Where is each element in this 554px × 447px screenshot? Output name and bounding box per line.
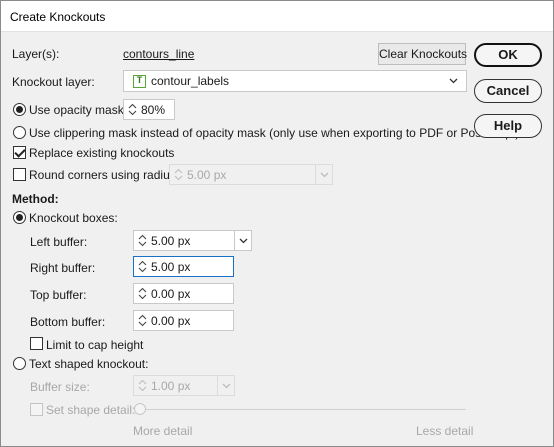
right-buffer-label: Right buffer: — [30, 261, 96, 275]
opacity-spinner[interactable]: 80% — [123, 99, 175, 120]
left-buffer-label: Left buffer: — [30, 235, 88, 249]
spin-arrows-icon[interactable] — [138, 287, 147, 300]
shape-detail-checkbox[interactable] — [30, 403, 43, 416]
knockout-layer-value: contour_labels — [151, 74, 230, 88]
right-buffer-value: 5.00 px — [151, 260, 191, 274]
ok-button[interactable]: OK — [474, 43, 542, 67]
opacity-mask-label: Use opacity mask: — [29, 103, 128, 117]
top-buffer-value: 0.00 px — [151, 287, 191, 301]
cancel-button[interactable]: Cancel — [474, 79, 542, 103]
layers-label: Layer(s): — [12, 47, 60, 61]
bottom-buffer-label: Bottom buffer: — [30, 315, 106, 329]
left-buffer-dropdown[interactable] — [234, 231, 251, 250]
chevron-down-icon — [222, 383, 231, 389]
spin-arrows-icon — [138, 379, 147, 392]
buffer-size-spinner[interactable]: 1.00 px — [133, 375, 235, 396]
spin-arrows-icon — [174, 168, 183, 181]
replace-knockouts-checkbox[interactable] — [13, 146, 26, 159]
method-heading: Method: — [12, 192, 59, 206]
buffer-size-value: 1.00 px — [151, 379, 191, 393]
more-detail-label: More detail — [133, 424, 193, 438]
bottom-buffer-spinner[interactable]: 0.00 px — [133, 310, 234, 331]
knockout-layer-select[interactable]: T contour_labels — [123, 70, 467, 92]
buffer-size-dropdown[interactable] — [217, 376, 234, 395]
shape-detail-slider-track[interactable] — [139, 409, 466, 410]
layers-value-link[interactable]: contours_line — [123, 47, 194, 61]
spin-arrows-icon[interactable] — [138, 314, 147, 327]
knockout-boxes-label: Knockout boxes: — [29, 211, 118, 225]
top-buffer-spinner[interactable]: 0.00 px — [133, 283, 234, 304]
top-buffer-label: Top buffer: — [30, 288, 87, 302]
create-knockouts-dialog: Create Knockouts Layer(s): contours_line… — [0, 0, 554, 447]
round-corners-value: 5.00 px — [187, 168, 227, 182]
text-shaped-radio[interactable] — [13, 357, 26, 370]
cap-height-label: Limit to cap height — [46, 338, 144, 352]
chevron-down-icon — [239, 238, 248, 244]
knockout-layer-label: Knockout layer: — [12, 75, 95, 89]
bottom-buffer-value: 0.00 px — [151, 314, 191, 328]
title-bar: Create Knockouts — [1, 1, 553, 32]
clear-knockouts-button[interactable]: Clear Knockouts — [378, 43, 467, 65]
shape-detail-label: Set shape detail: — [46, 403, 136, 417]
clipping-mask-radio[interactable] — [13, 126, 26, 139]
text-shaped-label: Text shaped knockout: — [29, 357, 149, 371]
window-title: Create Knockouts — [10, 10, 106, 24]
round-corners-spinner[interactable]: 5.00 px — [169, 164, 333, 185]
replace-knockouts-label: Replace existing knockouts — [29, 146, 175, 160]
round-corners-dropdown[interactable] — [315, 165, 332, 184]
opacity-mask-radio[interactable] — [13, 103, 26, 116]
chevron-down-icon — [449, 78, 458, 84]
left-buffer-value: 5.00 px — [151, 234, 191, 248]
round-corners-checkbox[interactable] — [13, 168, 26, 181]
spin-arrows-icon[interactable] — [128, 103, 137, 116]
less-detail-label: Less detail — [416, 424, 474, 438]
chevron-down-icon — [320, 172, 329, 178]
spin-arrows-icon[interactable] — [138, 234, 147, 247]
help-button[interactable]: Help — [474, 114, 542, 138]
left-buffer-spinner[interactable]: 5.00 px — [133, 230, 252, 251]
shape-detail-slider-knob[interactable] — [134, 403, 146, 415]
opacity-value: 80% — [141, 103, 166, 117]
right-buffer-spinner[interactable]: 5.00 px — [133, 256, 234, 277]
knockout-boxes-radio[interactable] — [13, 211, 26, 224]
cap-height-checkbox[interactable] — [30, 337, 43, 350]
clipping-mask-label: Use clippering mask instead of opacity m… — [29, 126, 520, 140]
buffer-size-label: Buffer size: — [30, 380, 90, 394]
spin-arrows-icon[interactable] — [138, 260, 147, 273]
text-layer-icon: T — [133, 75, 146, 88]
round-corners-label: Round corners using radius: — [29, 168, 180, 182]
